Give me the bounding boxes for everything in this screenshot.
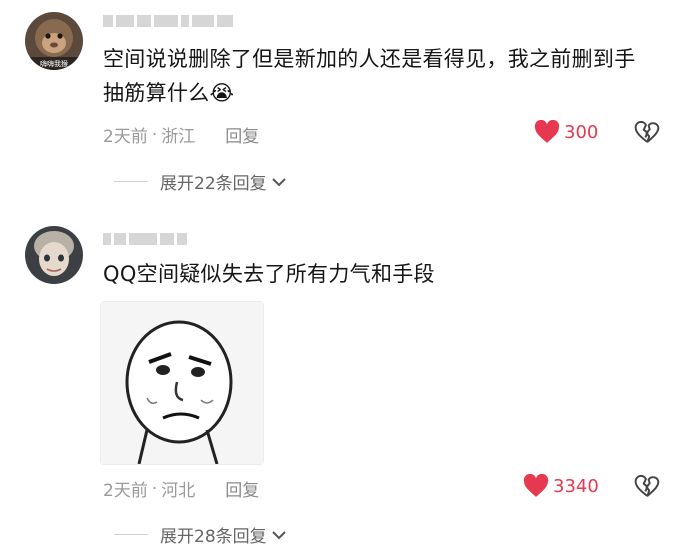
- sticker-image[interactable]: [100, 301, 264, 465]
- broken-heart-icon: [634, 120, 660, 143]
- expand-divider-line: [114, 181, 148, 182]
- expand-replies[interactable]: 展开22条回复: [114, 169, 287, 194]
- monkey-avatar-image: 嗨嗨我猴: [25, 12, 83, 70]
- comment-text-line: 抽筋算什么😭: [103, 81, 235, 105]
- comment-location: 浙江: [161, 127, 196, 147]
- dislike-button[interactable]: [634, 120, 660, 148]
- comment-time: 2天前: [103, 481, 148, 501]
- comment-meta: 2天前 · 浙江 回复: [103, 122, 259, 148]
- like-count: 3340: [553, 475, 599, 497]
- expand-divider-line: [114, 534, 148, 535]
- expand-replies[interactable]: 展开28条回复: [114, 522, 287, 547]
- comment-location: 河北: [161, 481, 196, 501]
- comment-meta: 2天前 · 河北 回复: [103, 476, 259, 502]
- crying-emoji: 😭: [209, 81, 235, 105]
- username-blurred[interactable]: [103, 232, 187, 246]
- avatar-caption: 嗨嗨我猴: [40, 59, 68, 68]
- avatar[interactable]: 嗨嗨我猴: [25, 12, 83, 70]
- heart-icon: [534, 120, 560, 143]
- comment-text: 空间说说删除了但是新加的人还是看得见，我之前删到手 抽筋算什么😭: [103, 42, 663, 110]
- like-button[interactable]: 3340: [523, 474, 599, 498]
- meta-separator: ·: [151, 478, 158, 499]
- expand-replies-label[interactable]: 展开22条回复: [160, 169, 267, 194]
- doll-avatar-image: [25, 226, 83, 284]
- meme-face-sticker: [101, 302, 263, 465]
- avatar[interactable]: [25, 226, 83, 284]
- chevron-down-icon: [271, 177, 286, 186]
- heart-icon: [523, 474, 549, 497]
- meta-separator: ·: [151, 124, 158, 145]
- dislike-button[interactable]: [634, 474, 660, 502]
- broken-heart-icon: [634, 474, 660, 497]
- comment-text-line: QQ空间疑似失去了所有力气和手段: [103, 262, 435, 286]
- expand-replies-label[interactable]: 展开28条回复: [160, 522, 267, 547]
- like-button[interactable]: 300: [534, 120, 598, 144]
- chevron-down-icon: [271, 530, 286, 539]
- comment-time: 2天前: [103, 127, 148, 147]
- comment-text-line: 空间说说删除了但是新加的人还是看得见，我之前删到手: [103, 47, 636, 71]
- username-blurred[interactable]: [103, 14, 233, 28]
- reply-button[interactable]: 回复: [225, 476, 259, 501]
- like-count: 300: [564, 121, 599, 143]
- reply-button[interactable]: 回复: [225, 122, 259, 147]
- comment-text: QQ空间疑似失去了所有力气和手段: [103, 257, 663, 291]
